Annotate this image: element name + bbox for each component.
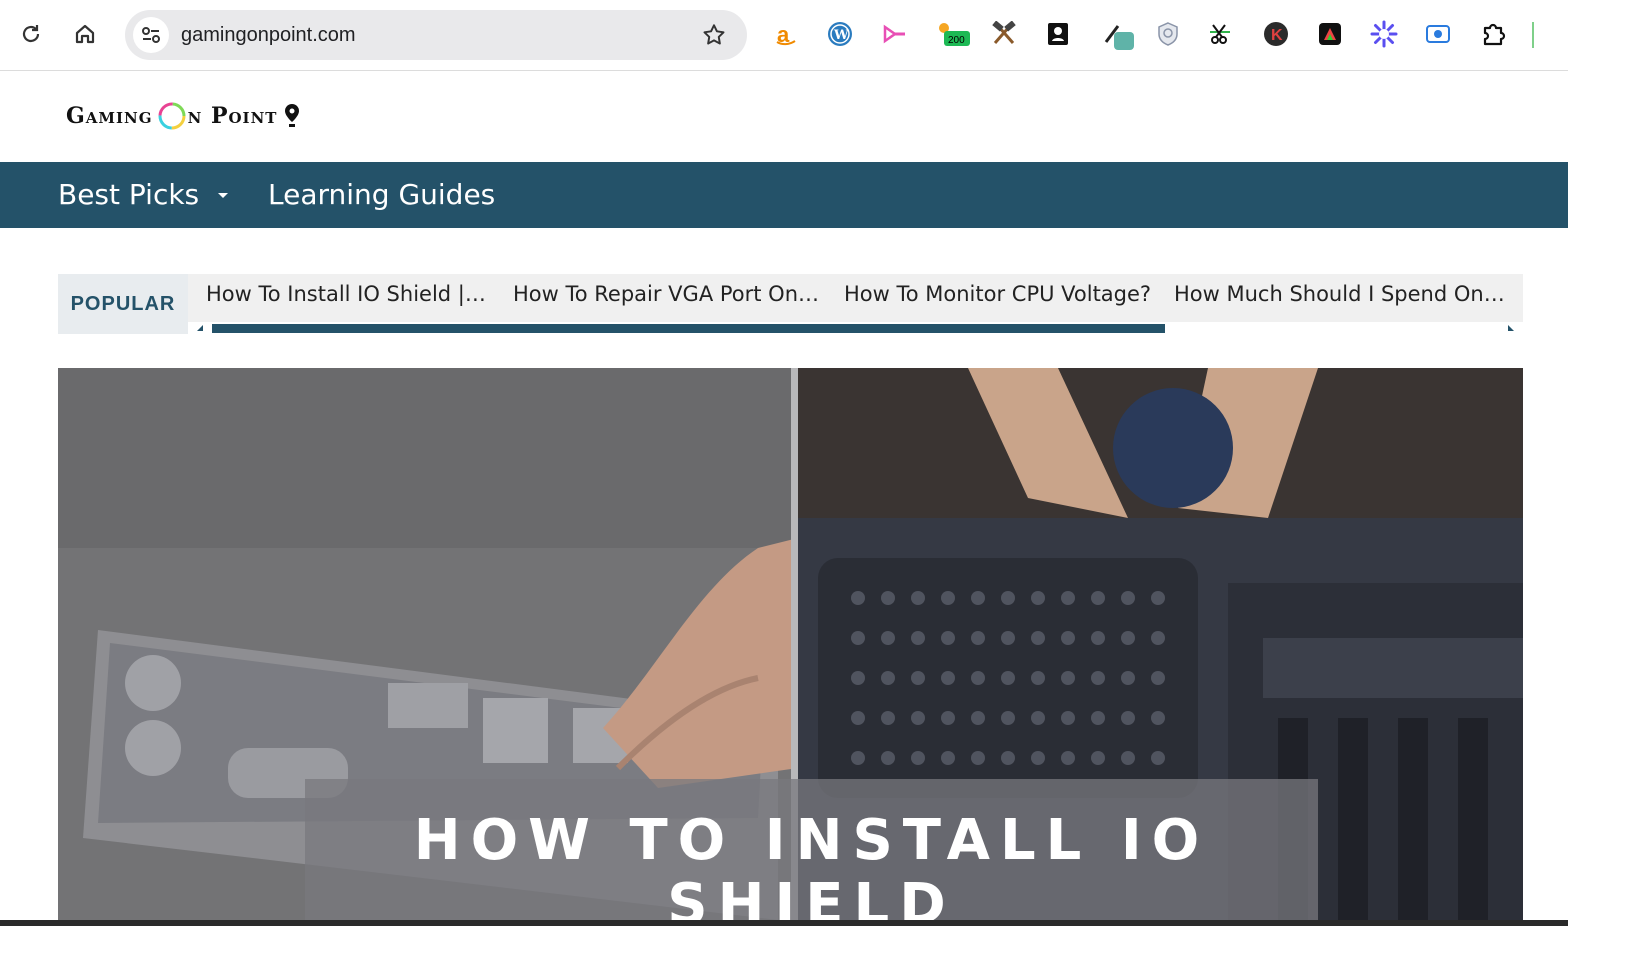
popular-item[interactable]: How Much Should I Spend On… (1174, 282, 1505, 306)
arrow-extension-icon[interactable] (880, 20, 908, 48)
bottom-edge (0, 920, 1568, 926)
counter-extension-icon[interactable]: 200 (936, 20, 972, 48)
popular-item[interactable]: How To Install IO Shield |… (206, 282, 486, 306)
popular-ticker: POPULAR How To Install IO Shield |… How … (58, 274, 1523, 334)
contacts-icon[interactable] (1044, 20, 1072, 48)
record-icon[interactable] (1424, 20, 1452, 48)
scrollbar-thumb[interactable] (212, 324, 1165, 333)
nav-best-picks-label: Best Picks (58, 178, 200, 211)
popular-label: POPULAR (58, 274, 188, 334)
scissors-icon[interactable] (1206, 20, 1234, 48)
reload-icon[interactable] (15, 18, 47, 50)
location-pin-icon (285, 104, 300, 127)
k-extension-icon[interactable]: K (1262, 20, 1290, 48)
hero-caption-box: HOW TO INSTALL IO SHIELD (305, 779, 1318, 920)
url-text[interactable]: gamingonpoint.com (181, 24, 356, 47)
scroll-left-icon[interactable] (196, 324, 204, 332)
logo-ring-icon (158, 102, 186, 130)
main-nav: Best Picks Learning Guides (0, 162, 1568, 228)
popular-item[interactable]: How To Monitor CPU Voltage? (844, 282, 1151, 306)
eyedropper-icon[interactable] (1102, 20, 1136, 50)
site-logo[interactable]: Gaming n Point (66, 100, 301, 132)
svg-text:200: 200 (948, 35, 965, 46)
scroll-right-icon[interactable] (1507, 324, 1515, 332)
toolbar-divider (1532, 22, 1534, 48)
svg-text:K: K (1271, 27, 1283, 44)
tools-icon[interactable] (990, 20, 1018, 48)
hero-image[interactable]: HOW TO INSTALL IO SHIELD (58, 368, 1523, 920)
nav-learning-guides[interactable]: Learning Guides (268, 178, 495, 211)
hero-title: HOW TO INSTALL IO SHIELD (413, 808, 1210, 921)
popular-item[interactable]: How To Repair VGA Port On… (513, 282, 819, 306)
bookmark-star-icon[interactable] (701, 22, 727, 53)
browser-toolbar: gamingonpoint.com a W 200 K (0, 0, 1568, 71)
color-extension-icon[interactable] (1316, 20, 1344, 48)
logo-text-part2: n Point (187, 103, 278, 129)
puzzle-icon[interactable] (1480, 20, 1508, 48)
address-bar[interactable]: gamingonpoint.com (125, 10, 747, 60)
nav-best-picks[interactable]: Best Picks (58, 178, 230, 211)
svg-text:W: W (833, 28, 849, 43)
logo-text-part1: Gaming (66, 103, 153, 129)
shield-icon[interactable] (1154, 20, 1182, 48)
chevron-down-icon (218, 193, 229, 198)
home-icon[interactable] (69, 18, 101, 50)
site-info-icon[interactable] (133, 17, 169, 53)
popular-scrollbar[interactable] (188, 322, 1523, 334)
wordpress-icon[interactable]: W (826, 20, 854, 48)
amazon-icon[interactable]: a (772, 20, 800, 48)
gear-extension-icon[interactable] (1370, 20, 1398, 48)
